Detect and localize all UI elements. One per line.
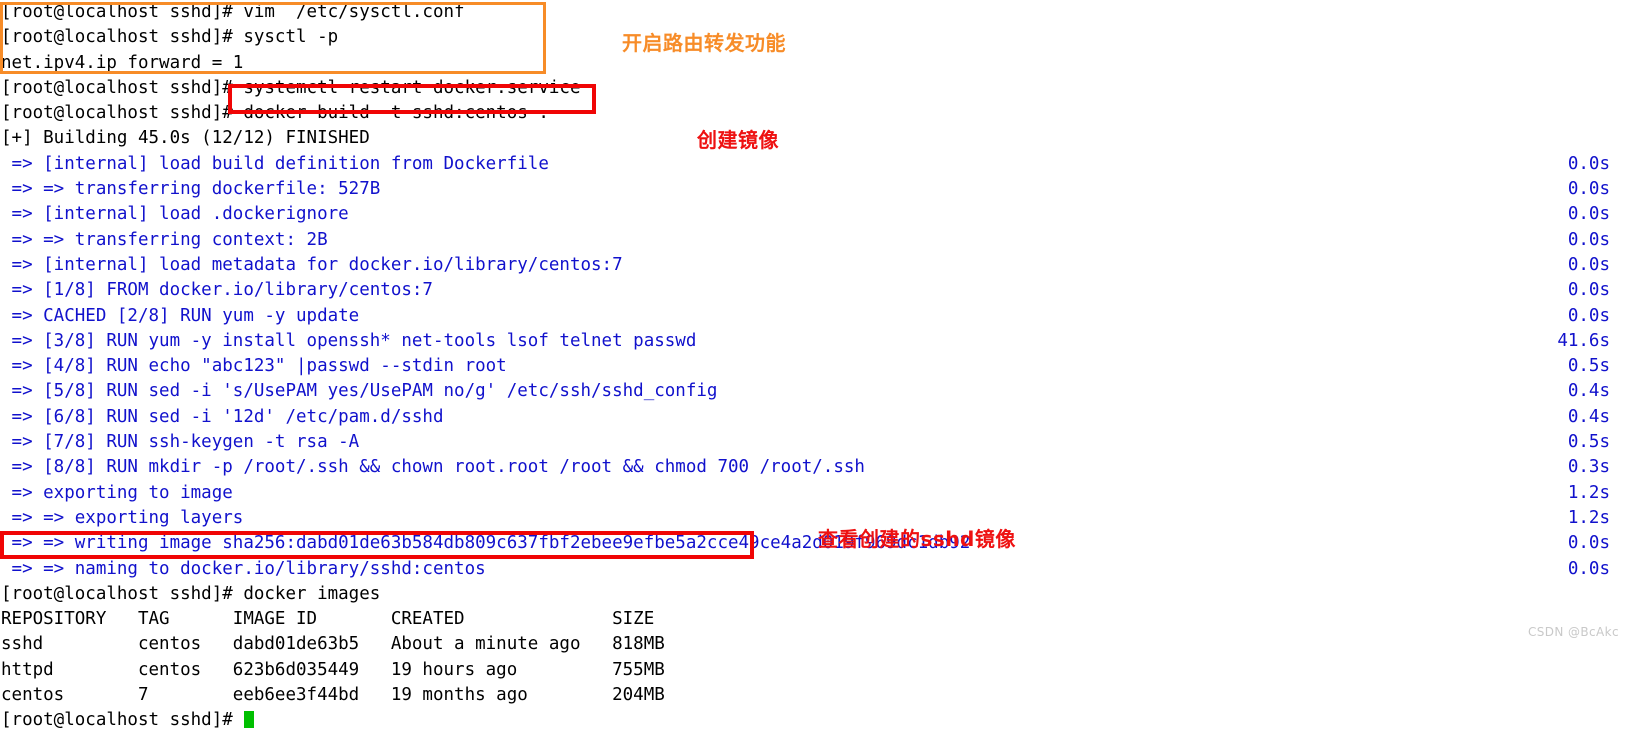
terminal-cursor xyxy=(244,711,255,729)
terminal-line: REPOSITORY TAG IMAGE ID CREATED SIZE xyxy=(0,607,1627,632)
terminal-line-text: => [internal] load build definition from… xyxy=(1,153,549,174)
annotation-create-image: 创建镜像 xyxy=(697,128,779,152)
terminal-line-text: REPOSITORY TAG IMAGE ID CREATED SIZE xyxy=(1,609,655,630)
terminal-line: => => naming to docker.io/library/sshd:c… xyxy=(0,557,1627,582)
terminal-output: [root@localhost sshd]# vim /etc/sysctl.c… xyxy=(0,0,1627,730)
terminal-line: httpd centos 623b6d035449 19 hours ago 7… xyxy=(0,658,1627,683)
build-step-duration: 1.2s xyxy=(1567,507,1610,528)
terminal-line: => CACHED [2/8] RUN yum -y update 0.0s xyxy=(0,304,1627,329)
terminal-line: => [7/8] RUN ssh-keygen -t rsa -A 0.5s xyxy=(0,430,1627,455)
terminal-line-text: => [1/8] FROM docker.io/library/centos:7 xyxy=(1,280,433,301)
annotation-view-sshd-image: 查看创建的sshd镜像 xyxy=(818,527,1016,551)
terminal-line-text: [root@localhost sshd]# docker build -t s… xyxy=(1,103,549,124)
terminal-line: [+] Building 45.0s (12/12) FINISHED xyxy=(0,126,1627,151)
watermark: CSDN @BcAkc xyxy=(1527,625,1619,639)
terminal-line: => => writing image sha256:dabd01de63b58… xyxy=(0,531,1627,556)
build-step-duration: 0.0s xyxy=(1567,229,1610,250)
terminal-line: => [6/8] RUN sed -i '12d' /etc/pam.d/ssh… xyxy=(0,405,1627,430)
terminal-line-text: => [4/8] RUN echo "abc123" |passwd --std… xyxy=(1,356,507,377)
terminal-line: centos 7 eeb6ee3f44bd 19 months ago 204M… xyxy=(0,683,1627,708)
terminal-line-text: => => transferring dockerfile: 527B xyxy=(1,179,381,200)
terminal-line: => [3/8] RUN yum -y install openssh* net… xyxy=(0,329,1627,354)
build-step-duration: 0.5s xyxy=(1567,356,1610,377)
terminal-line-text: [+] Building 45.0s (12/12) FINISHED xyxy=(1,128,370,149)
build-step-duration: 41.6s xyxy=(1557,330,1610,351)
terminal-line: => => exporting layers 1.2s xyxy=(0,506,1627,531)
terminal-line-text: => [internal] load metadata for docker.i… xyxy=(1,254,623,275)
terminal-line-text: => => naming to docker.io/library/sshd:c… xyxy=(1,558,486,579)
terminal-line: [root@localhost sshd]# sysctl -p xyxy=(0,25,1627,50)
terminal-line-text: => [6/8] RUN sed -i '12d' /etc/pam.d/ssh… xyxy=(1,406,444,427)
terminal-line: net.ipv4.ip_forward = 1 xyxy=(0,51,1627,76)
build-step-duration: 0.4s xyxy=(1567,406,1610,427)
build-step-duration: 0.0s xyxy=(1567,533,1610,554)
terminal-line-text: => [5/8] RUN sed -i 's/UsePAM yes/UsePAM… xyxy=(1,381,718,402)
terminal-line-text: [root@localhost sshd]# vim /etc/sysctl.c… xyxy=(1,2,465,22)
build-step-duration: 0.0s xyxy=(1567,153,1610,174)
terminal-line-text: => [8/8] RUN mkdir -p /root/.ssh && chow… xyxy=(1,457,865,478)
build-step-duration: 0.0s xyxy=(1567,305,1610,326)
terminal-line: => [internal] load .dockerignore 0.0s xyxy=(0,202,1627,227)
annotation-enable-ip-forward: 开启路由转发功能 xyxy=(622,31,786,55)
terminal-line-text: => CACHED [2/8] RUN yum -y update xyxy=(1,305,360,326)
terminal-line-text: [root@localhost sshd]# sysctl -p xyxy=(1,27,339,48)
terminal-line-text: centos 7 eeb6ee3f44bd 19 months ago 204M… xyxy=(1,685,665,706)
terminal-line: => [internal] load metadata for docker.i… xyxy=(0,253,1627,278)
terminal-line: => [5/8] RUN sed -i 's/UsePAM yes/UsePAM… xyxy=(0,379,1627,404)
terminal-line: => => transferring context: 2B 0.0s xyxy=(0,228,1627,253)
build-step-duration: 0.5s xyxy=(1567,432,1610,453)
terminal-line-text: => [3/8] RUN yum -y install openssh* net… xyxy=(1,330,697,351)
terminal-line-text: net.ipv4.ip_forward = 1 xyxy=(1,52,244,73)
terminal-line-text: sshd centos dabd01de63b5 About a minute … xyxy=(1,634,665,655)
build-step-duration: 0.0s xyxy=(1567,254,1610,275)
terminal-line-text: => => exporting layers xyxy=(1,507,244,528)
build-step-duration: 0.0s xyxy=(1567,179,1610,200)
terminal-line-text: [root@localhost sshd]# xyxy=(1,710,244,731)
terminal-line-text: => [internal] load .dockerignore xyxy=(1,204,349,225)
terminal-line-text: [root@localhost sshd]# systemctl restart… xyxy=(1,77,581,98)
build-step-duration: 0.0s xyxy=(1567,280,1610,301)
terminal-line: => [1/8] FROM docker.io/library/centos:7… xyxy=(0,278,1627,303)
terminal-line: [root@localhost sshd]# systemctl restart… xyxy=(0,76,1627,101)
terminal-line: sshd centos dabd01de63b5 About a minute … xyxy=(0,632,1627,657)
build-step-duration: 0.3s xyxy=(1567,457,1610,478)
build-step-duration: 1.2s xyxy=(1567,482,1610,503)
terminal-line: => [4/8] RUN echo "abc123" |passwd --std… xyxy=(0,354,1627,379)
terminal-line: [root@localhost sshd]# docker images xyxy=(0,582,1627,607)
terminal-line-text: => [7/8] RUN ssh-keygen -t rsa -A xyxy=(1,432,360,453)
terminal-line-text: => exporting to image xyxy=(1,482,233,503)
terminal-line-text: => => transferring context: 2B xyxy=(1,229,328,250)
build-step-duration: 0.4s xyxy=(1567,381,1610,402)
terminal-line: => exporting to image 1.2s xyxy=(0,481,1627,506)
terminal-line-text: [root@localhost sshd]# docker images xyxy=(1,583,381,604)
terminal-line: [root@localhost sshd]# vim /etc/sysctl.c… xyxy=(0,0,1627,25)
build-step-duration: 0.0s xyxy=(1567,204,1610,225)
terminal-line-text: httpd centos 623b6d035449 19 hours ago 7… xyxy=(1,659,665,680)
terminal-line: => [8/8] RUN mkdir -p /root/.ssh && chow… xyxy=(0,455,1627,480)
terminal-line: [root@localhost sshd]# docker build -t s… xyxy=(0,101,1627,126)
build-step-duration: 0.0s xyxy=(1567,558,1610,579)
terminal-line: => [internal] load build definition from… xyxy=(0,152,1627,177)
terminal-line: => => transferring dockerfile: 527B 0.0s xyxy=(0,177,1627,202)
terminal-line: [root@localhost sshd]# xyxy=(0,708,1627,733)
